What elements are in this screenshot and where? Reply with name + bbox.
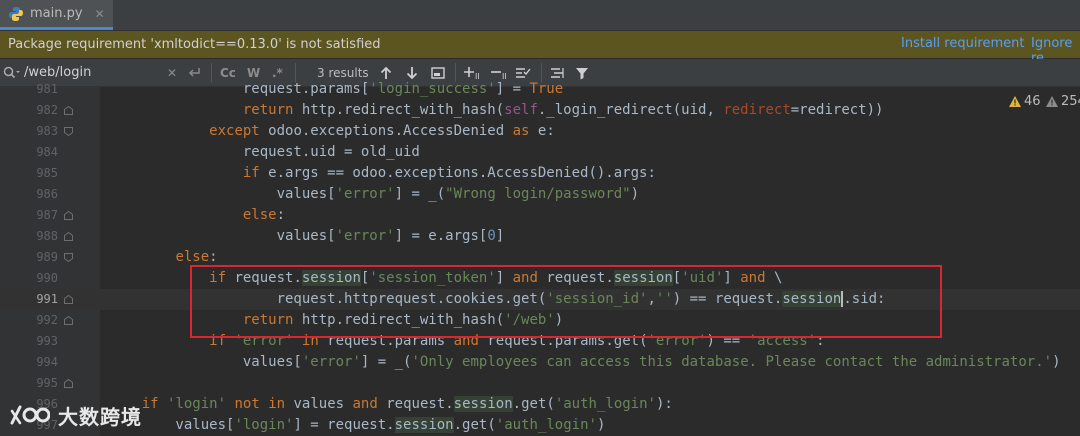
line-number: 982 xyxy=(36,103,58,117)
inspection-weak-warnings[interactable]: 254 xyxy=(1046,94,1080,109)
line-number: 995 xyxy=(36,376,58,390)
line-number: 985 xyxy=(36,166,58,180)
code-text: values['error'] = e.args[0] xyxy=(108,228,505,244)
code-line[interactable]: 987 else: xyxy=(0,205,1080,226)
line-number: 984 xyxy=(36,145,58,159)
fold-marker-icon[interactable] xyxy=(64,379,73,388)
fold-marker-icon[interactable] xyxy=(64,211,73,220)
code-text: values['error'] = _("Wrong login/passwor… xyxy=(108,186,640,202)
code-line[interactable]: 996 if 'login' not in values and request… xyxy=(0,394,1080,415)
line-number: 989 xyxy=(36,250,58,264)
editor-tab-bar: main.py ✕ xyxy=(0,0,1080,31)
tab-main-py[interactable]: main.py ✕ xyxy=(0,0,113,30)
fold-marker-icon[interactable] xyxy=(64,232,73,241)
code-text: return http.redirect_with_hash(self._log… xyxy=(242,102,884,118)
code-line[interactable]: 984 request.uid = old_uid xyxy=(0,142,1080,163)
line-number: 988 xyxy=(36,229,58,243)
watermark-text: 大数跨境 xyxy=(58,404,142,429)
code-line[interactable]: 985 if e.args == odoo.exceptions.AccessD… xyxy=(0,163,1080,184)
install-requirement-link[interactable]: Install requirement xyxy=(901,36,1024,51)
code-text: values['error'] = _('Only employees can … xyxy=(108,354,1061,370)
code-line[interactable]: 994 values['error'] = _('Only employees … xyxy=(0,352,1080,373)
fold-marker-icon[interactable] xyxy=(64,316,73,325)
weak-warning-icon xyxy=(1046,96,1058,107)
code-line[interactable]: 981 request.params['login_success'] = Tr… xyxy=(0,79,1080,100)
code-line[interactable]: 982 return http.redirect_with_hash(self.… xyxy=(0,100,1080,121)
code-editor[interactable]: 981 request.params['login_success'] = Tr… xyxy=(0,81,1080,436)
line-number: 990 xyxy=(36,271,58,285)
code-text: values['login'] = request.session.get('a… xyxy=(108,417,606,433)
code-text: else: xyxy=(175,249,218,265)
line-number: 981 xyxy=(36,82,58,96)
inspection-warnings[interactable]: 46 xyxy=(1009,94,1041,109)
code-text: if e.args == odoo.exceptions.AccessDenie… xyxy=(242,165,656,181)
code-text: request.params['login_success'] = True xyxy=(108,81,564,97)
warning-count: 46 xyxy=(1024,94,1041,109)
watermark: 大数跨境 xyxy=(8,400,142,430)
code-text: except odoo.exceptions.AccessDenied as e… xyxy=(209,123,555,139)
line-number: 994 xyxy=(36,355,58,369)
code-text: else: xyxy=(242,207,286,223)
code-line[interactable]: 986 values['error'] = _("Wrong login/pas… xyxy=(0,184,1080,205)
banner-message: Package requirement 'xmltodict==0.13.0' … xyxy=(8,37,381,52)
code-line[interactable]: 988 values['error'] = e.args[0] xyxy=(0,226,1080,247)
code-line[interactable]: 995 xyxy=(0,373,1080,394)
tab-close-icon[interactable]: ✕ xyxy=(95,7,105,21)
weak-warning-count: 254 xyxy=(1061,94,1080,109)
line-number: 991 xyxy=(36,292,58,306)
code-text: if 'login' not in values and request.ses… xyxy=(141,396,673,412)
requirement-banner: Package requirement 'xmltodict==0.13.0' … xyxy=(0,31,1080,66)
line-number: 986 xyxy=(36,187,58,201)
line-number: 993 xyxy=(36,334,58,348)
python-file-icon xyxy=(9,6,23,21)
code-line[interactable]: 997 values['login'] = request.session.ge… xyxy=(0,415,1080,436)
tab-filename: main.py xyxy=(30,6,83,21)
fold-marker-icon[interactable] xyxy=(64,106,73,115)
line-number: 983 xyxy=(36,124,58,138)
fold-marker-icon[interactable] xyxy=(64,127,73,136)
line-number: 987 xyxy=(36,208,58,222)
warning-icon xyxy=(1009,96,1021,107)
fold-marker-icon[interactable] xyxy=(64,253,73,262)
watermark-logo-icon xyxy=(10,405,50,425)
line-number: 992 xyxy=(36,313,58,327)
fold-marker-icon[interactable] xyxy=(64,295,73,304)
code-line[interactable]: 983 except odoo.exceptions.AccessDenied … xyxy=(0,121,1080,142)
highlight-box xyxy=(190,265,942,338)
code-text: request.uid = old_uid xyxy=(108,144,420,160)
